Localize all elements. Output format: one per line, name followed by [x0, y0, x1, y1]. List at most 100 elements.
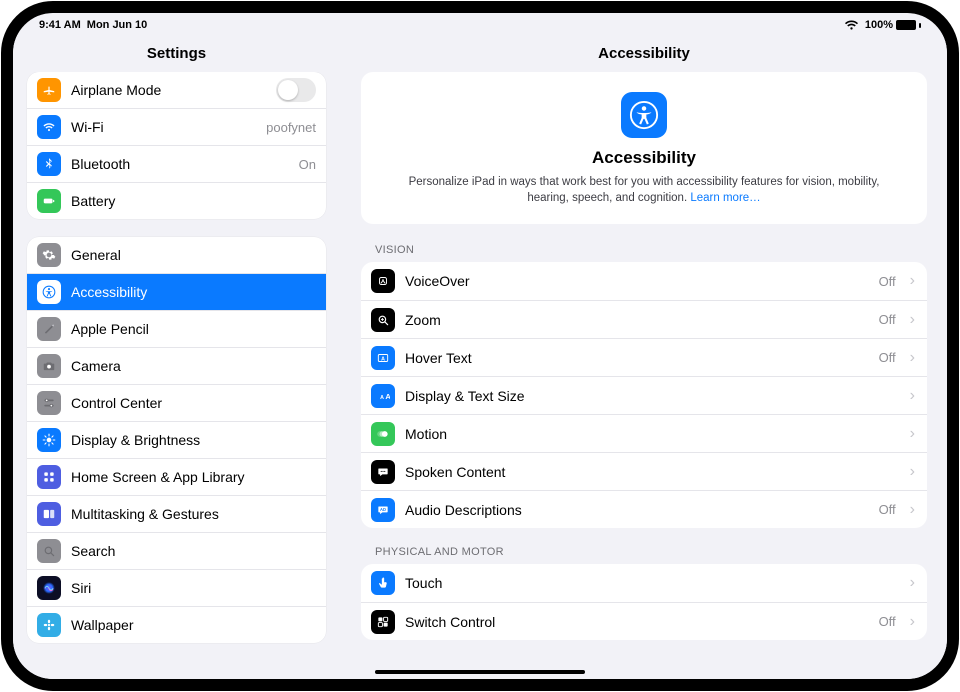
sidebar-item-accessibility[interactable]: Accessibility: [27, 273, 326, 310]
sidebar-item-wifi[interactable]: Wi-Fi poofynet: [27, 108, 326, 145]
sidebar-item-applepencil[interactable]: Apple Pencil: [27, 310, 326, 347]
audiodesc-icon: AD: [371, 498, 395, 522]
chevron-right-icon: ›: [910, 387, 915, 405]
detail-group: Touch › Switch Control Off ›: [361, 564, 927, 640]
sidebar-item-general[interactable]: General: [27, 237, 326, 273]
sidebar-item-battery[interactable]: Battery: [27, 182, 326, 219]
hero-title: Accessibility: [387, 148, 901, 168]
row-value: Off: [879, 350, 896, 365]
detail-item-label: Motion: [405, 426, 896, 442]
section-header: PHYSICAL AND MOTOR: [361, 546, 927, 564]
battery-status: 100%: [865, 19, 921, 31]
sidebar-item-bluetooth[interactable]: Bluetooth On: [27, 145, 326, 182]
detail-item-spoken[interactable]: Spoken Content ›: [361, 452, 927, 490]
gear-icon: [37, 243, 61, 267]
sidebar-item-camera[interactable]: Camera: [27, 347, 326, 384]
detail-item-touch[interactable]: Touch ›: [361, 564, 927, 602]
sidebar-item-controlcenter[interactable]: Control Center: [27, 384, 326, 421]
wifi-icon: [37, 115, 61, 139]
detail-item-voiceover[interactable]: VoiceOver Off ›: [361, 262, 927, 300]
sidebar-item-label: Bluetooth: [71, 156, 289, 172]
flower-icon: [37, 613, 61, 637]
detail-item-zoom[interactable]: Zoom Off ›: [361, 300, 927, 338]
hero-learn-more-link[interactable]: Learn more…: [690, 192, 760, 204]
motion-icon: [371, 422, 395, 446]
detail-heading: Accessibility: [341, 35, 947, 72]
hero-text: Personalize iPad in ways that work best …: [387, 174, 901, 206]
sidebar-group-connectivity: Airplane Mode Wi-Fi poofynet Bluetooth O…: [27, 72, 326, 219]
hero-card: Accessibility Personalize iPad in ways t…: [361, 72, 927, 224]
sidebar-group-system: General Accessibility Apple Pencil Camer…: [27, 237, 326, 643]
sidebar-item-homescreen[interactable]: Home Screen & App Library: [27, 458, 326, 495]
sidebar-item-label: Airplane Mode: [71, 82, 266, 98]
screen: 9:41 AM Mon Jun 10 100% Settings Airpl: [13, 13, 947, 679]
row-value: Off: [879, 312, 896, 327]
sidebar-item-label: Search: [71, 543, 316, 559]
detail-item-audiodesc[interactable]: AD Audio Descriptions Off ›: [361, 490, 927, 528]
touch-icon: [371, 571, 395, 595]
detail-item-label: Audio Descriptions: [405, 502, 869, 518]
sidebar-item-label: Siri: [71, 580, 316, 596]
detail-item-label: Hover Text: [405, 350, 869, 366]
grid-icon: [37, 465, 61, 489]
detail-item-textsize[interactable]: AA Display & Text Size ›: [361, 376, 927, 414]
row-value: Off: [879, 502, 896, 517]
detail-item-hovertext[interactable]: A Hover Text Off ›: [361, 338, 927, 376]
detail-item-label: Display & Text Size: [405, 388, 896, 404]
airplane-icon: [37, 78, 61, 102]
svg-text:AD: AD: [380, 507, 386, 512]
svg-text:A: A: [380, 395, 384, 401]
textsize-icon: AA: [371, 384, 395, 408]
sidebar-item-label: Control Center: [71, 395, 316, 411]
bluetooth-icon: [37, 152, 61, 176]
siri-icon: [37, 576, 61, 600]
search-icon: [37, 539, 61, 563]
status-bar: 9:41 AM Mon Jun 10 100%: [13, 13, 947, 35]
row-value: Off: [879, 274, 896, 289]
chevron-right-icon: ›: [910, 574, 915, 592]
detail-item-label: Spoken Content: [405, 464, 896, 480]
sidebar-item-airplane[interactable]: Airplane Mode: [27, 72, 326, 108]
sidebar-item-label: Apple Pencil: [71, 321, 316, 337]
sidebar-item-siri[interactable]: Siri: [27, 569, 326, 606]
sidebar-item-multitask[interactable]: Multitasking & Gestures: [27, 495, 326, 532]
panels-icon: [37, 502, 61, 526]
ipad-frame: 9:41 AM Mon Jun 10 100% Settings Airpl: [1, 1, 959, 691]
chevron-right-icon: ›: [910, 349, 915, 367]
detail-group: VoiceOver Off › Zoom Off › A Hover Text …: [361, 262, 927, 528]
switches-icon: [37, 391, 61, 415]
svg-text:A: A: [381, 356, 385, 362]
chevron-right-icon: ›: [910, 311, 915, 329]
camera-icon: [37, 354, 61, 378]
sidebar-item-label: Multitasking & Gestures: [71, 506, 316, 522]
detail-pane: Accessibility Accessibility Personalize …: [341, 35, 947, 679]
sidebar-item-label: Wallpaper: [71, 617, 316, 633]
zoom-icon: [371, 308, 395, 332]
detail-item-label: Touch: [405, 575, 896, 591]
sidebar-heading: Settings: [13, 35, 340, 72]
sidebar-item-display[interactable]: Display & Brightness: [27, 421, 326, 458]
detail-item-switchcontrol[interactable]: Switch Control Off ›: [361, 602, 927, 640]
detail-item-motion[interactable]: Motion ›: [361, 414, 927, 452]
status-date: Mon Jun 10: [87, 19, 148, 31]
svg-text:A: A: [385, 392, 390, 401]
row-value: On: [299, 157, 316, 172]
row-value: Off: [879, 614, 896, 629]
pencil-icon: [37, 317, 61, 341]
hovertext-icon: A: [371, 346, 395, 370]
home-indicator[interactable]: [375, 670, 585, 674]
voiceover-icon: [371, 269, 395, 293]
sidebar-item-label: Battery: [71, 193, 316, 209]
chevron-right-icon: ›: [910, 463, 915, 481]
battery-percent: 100%: [865, 19, 893, 31]
sun-icon: [37, 428, 61, 452]
sidebar-item-label: Home Screen & App Library: [71, 469, 316, 485]
chevron-right-icon: ›: [910, 613, 915, 631]
sidebar-item-wallpaper[interactable]: Wallpaper: [27, 606, 326, 643]
sidebar-item-search[interactable]: Search: [27, 532, 326, 569]
detail-item-label: Switch Control: [405, 614, 869, 630]
detail-item-label: Zoom: [405, 312, 869, 328]
airplane-mode-toggle[interactable]: [276, 78, 316, 102]
section-header: VISION: [361, 244, 927, 262]
accessibility-icon: [37, 280, 61, 304]
